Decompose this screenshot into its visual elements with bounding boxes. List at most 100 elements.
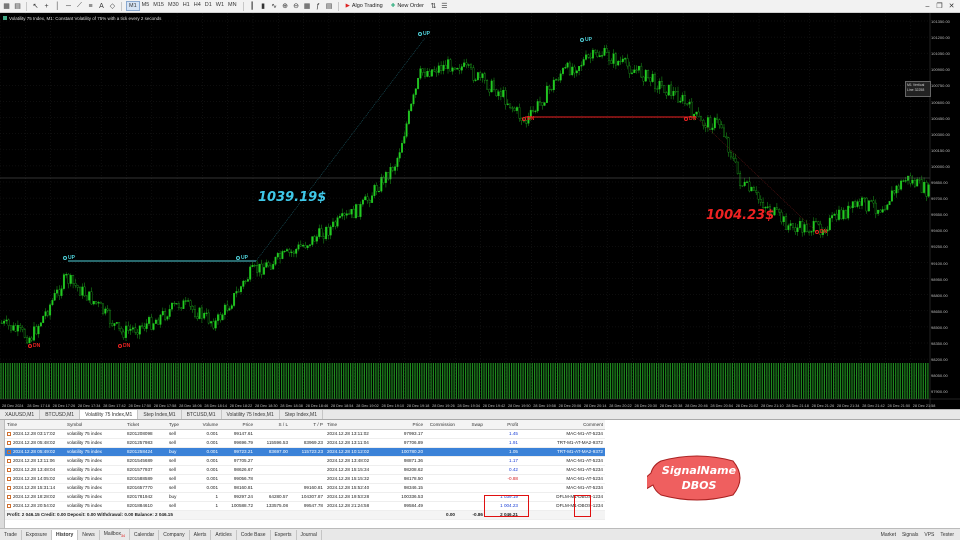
table-row[interactable]: 2024.12.28 14:05:02 volatility 75 index 82… [5,474,605,484]
column-header[interactable]: Comment [520,420,605,430]
new-order-button[interactable]: ✚ New Order [388,2,427,10]
table-row[interactable]: 2024.12.28 13:11:06 volatility 75 index 82… [5,456,605,466]
algo-trading-button[interactable]: ▶ Algo Trading [343,2,386,10]
candle-body [380,176,383,192]
status-link-market[interactable]: Market [881,532,896,538]
terminal-tab-code-base[interactable]: Code Base [237,529,271,540]
chart-tab[interactable]: Step Index,M1 [280,410,323,419]
timeframe-m15[interactable]: M15 [151,1,166,11]
column-header[interactable]: Time [325,420,387,430]
close-icon[interactable]: ✕ [947,2,956,11]
minimize-icon[interactable]: – [923,2,932,11]
chart-canvas[interactable] [0,13,960,409]
column-header[interactable]: Volume [192,420,220,430]
candle-chart-icon[interactable]: ▮ [259,2,268,11]
status-link-tester[interactable]: Tester [940,532,954,538]
table-row[interactable]: 2024.12.28 05:48:02 volatility 75 index 82… [5,438,605,448]
column-header[interactable]: Swap [457,420,485,430]
timeframe-mn[interactable]: MN [226,1,239,11]
terminal-tab-label: Journal [300,531,317,538]
column-header[interactable]: Commission [425,420,457,430]
candle-body [0,322,3,324]
horizontal-line-icon[interactable]: ─ [64,2,73,11]
profiles-icon[interactable]: ▤ [13,2,22,11]
crosshair-icon[interactable]: + [42,2,51,11]
chart-tab[interactable]: Volatility 75 Index,M1 [222,410,280,419]
trendline-icon[interactable]: ⟋ [75,2,84,11]
timeframe-h1[interactable]: H1 [181,1,192,11]
tile-icon[interactable]: ▦ [303,2,312,11]
table-cell: 2024.12.28 13:11:06 [5,456,65,466]
table-cell: 2024.12.28 15:15:32 [325,474,387,484]
terminal-tab-experts[interactable]: Experts [271,529,297,540]
vertical-line-name: M1 Vertical Line 32258 [907,83,925,92]
depth-icon[interactable]: ☰ [440,2,449,11]
candle-body [102,303,104,314]
candle-body [348,213,351,215]
column-header[interactable]: Price [387,420,425,430]
signals-chart-icon[interactable]: ⇅ [429,2,438,11]
terminal-tab-exposure[interactable]: Exposure [22,529,53,540]
timeframe-d1[interactable]: D1 [203,1,214,11]
candle-body [884,209,886,211]
chart-tab[interactable]: XAUUSD,M1 [0,410,41,419]
candle-body [240,286,242,293]
terminal-tab-company[interactable]: Company [159,529,190,540]
price-chart[interactable]: Volatility 75 Index, M1: Constant Volati… [0,13,960,409]
terminal-tab-news[interactable]: News [78,529,100,540]
new-chart-icon[interactable]: ▦ [2,2,11,11]
bar-chart-icon[interactable]: ┃ [248,2,257,11]
shapes-icon[interactable]: ◇ [108,2,117,11]
signal-up-icon [236,256,240,260]
chart-tab[interactable]: BTCUSD,M1 [40,410,81,419]
column-header[interactable]: Ticket [125,420,167,430]
candle-body [548,85,551,90]
cursor-icon[interactable]: ↖ [31,2,40,11]
timeframe-m1[interactable]: M1 [126,1,140,11]
terminal-tab-calendar[interactable]: Calendar [130,529,160,540]
terminal-tab-mailbox[interactable]: Mailbox34 [100,529,130,540]
zoom-out-icon[interactable]: ⊖ [292,2,301,11]
column-header[interactable]: T / P [290,420,325,430]
table-row[interactable]: 2024.12.28 15:31:14 volatility 75 index 82… [5,483,605,493]
status-link-vps[interactable]: VPS [924,532,934,538]
candle-body [637,65,640,71]
table-row[interactable]: 2024.12.28 13:48:04 volatility 75 index 82… [5,465,605,475]
column-header[interactable]: Symbol [65,420,125,430]
chart-tab[interactable]: Volatility 75 Index,M1 [80,410,139,419]
zoom-in-icon[interactable]: ⊕ [281,2,290,11]
timeframe-m30[interactable]: M30 [166,1,181,11]
column-header[interactable]: Price [220,420,255,430]
line-chart-icon[interactable]: ∿ [270,2,279,11]
restore-icon[interactable]: ❐ [935,2,944,11]
terminal-tab-trade[interactable]: Trade [0,529,22,540]
column-header[interactable]: S / L [255,420,290,430]
column-header[interactable]: Time [5,420,65,430]
terminal-tab-articles[interactable]: Articles [211,529,237,540]
chart-tab[interactable]: BTCUSD,M1 [182,410,222,419]
timeframe-m5[interactable]: M5 [140,1,152,11]
table-row[interactable]: 2024.12.28 05:49:02 volatility 75 index 82… [5,447,605,457]
chart-tab[interactable]: Step Index,M1 [138,410,182,419]
candle-body [58,289,61,296]
text-icon[interactable]: A [97,2,106,11]
timeframe-w1[interactable]: W1 [214,1,226,11]
candle-body [189,300,192,307]
status-link-signals[interactable]: Signals [902,532,918,538]
terminal-tab-alerts[interactable]: Alerts [190,529,212,540]
vertical-line-icon[interactable]: │ [53,2,62,11]
table-cell [457,501,485,511]
terminal-tab-label: Alerts [193,531,207,538]
column-header[interactable]: Profit [485,420,520,430]
table-row[interactable]: 2024.12.28 03:17:02 volatility 75 index 82… [5,429,605,439]
templates-icon[interactable]: ▤ [325,2,334,11]
channel-icon[interactable]: ≡ [86,2,95,11]
candle-body [304,245,307,248]
terminal-tab-history[interactable]: History [52,529,79,540]
indicators-icon[interactable]: ƒ [314,2,323,11]
column-header[interactable]: Type [167,420,192,430]
terminal-tab-journal[interactable]: Journal [297,529,322,540]
timeframe-h4[interactable]: H4 [192,1,203,11]
trading-terminal: ▦ ▤ ↖ + │ ─ ⟋ ≡ A ◇ M1 M5 M15 M30 H1 H4 D1 W1 MN… [0,0,960,540]
price-axis-label: 99850.00 [931,180,948,185]
